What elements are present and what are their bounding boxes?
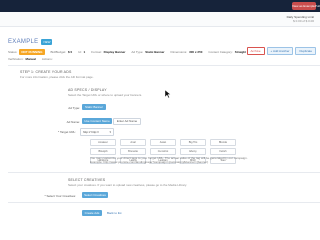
select-creatives-subtitle: Select your creatives. If you want to up…	[68, 183, 188, 187]
format-label: Format:	[91, 49, 102, 54]
target-url-select[interactable]: http:// http:// ▾	[80, 128, 114, 136]
category-chip[interactable]: Blonde	[210, 139, 236, 146]
step-subtitle: For more information, please click the A…	[20, 75, 94, 79]
verification-label: Verification:	[8, 57, 24, 61]
mouse-cursor-icon	[165, 90, 171, 98]
add-another-button[interactable]: + Add Another	[266, 47, 294, 55]
bid-value: $ 0	[68, 49, 73, 54]
ad-type-static-banner-button[interactable]: Static Banner	[82, 104, 106, 110]
account-button-label: View as ExamplePublisher	[292, 4, 320, 8]
new-badge: NEW	[41, 39, 53, 45]
category-chip[interactable]: Cumshot	[150, 148, 176, 155]
category-chip[interactable]: Anal	[120, 139, 146, 146]
chevron-down-icon: ▾	[109, 130, 111, 134]
category-chip[interactable]: Asian	[150, 139, 176, 146]
content-category-value: Straight	[234, 49, 247, 54]
archive-button[interactable]: Archive	[246, 47, 265, 55]
page-title: EXAMPLE	[8, 39, 39, 45]
id-value: 1	[83, 49, 86, 54]
status-badge: NOT RUNNING	[19, 48, 45, 55]
ad-name-label: Ad Name:	[66, 120, 80, 124]
stats-bar: Daily Spending Limit $ 0.00 of $ 0.00	[0, 12, 320, 27]
top-navigation-bar: View as ExamplePublisher	[0, 0, 320, 12]
category-chip[interactable]: Brunette	[120, 148, 146, 155]
ad-type-label: Ad Type:	[68, 106, 80, 110]
status-label: Status:	[8, 49, 18, 54]
spending-limit-value: $ 0.00 of $ 0.00	[293, 19, 314, 23]
back-to-list-link[interactable]: Back to list	[107, 211, 122, 215]
enter-ad-name-button[interactable]: Enter Ad Name	[113, 118, 141, 125]
page-header: EXAMPLE NEW	[8, 37, 53, 47]
campaign-meta-row-2: Verification: Manual Actions:	[8, 56, 158, 62]
adtype-label: Ad Type:	[131, 49, 144, 54]
duplicate-button[interactable]: Duplicate	[295, 47, 316, 55]
category-chip[interactable]: Ebony	[180, 148, 206, 155]
dimensions-label: Dimensions:	[170, 49, 188, 54]
step-title: STEP 1: CREATE YOUR ADS	[20, 70, 72, 74]
meta-actions: Archive + Add Another Duplicate	[246, 47, 316, 55]
select-creatives-button[interactable]: Select Creatives	[82, 192, 108, 198]
content-category-label: Content Category:	[208, 49, 233, 54]
category-chip[interactable]: Amateur	[90, 139, 116, 146]
account-button[interactable]: View as ExamplePublisher	[292, 2, 320, 10]
id-label: Id:	[78, 49, 82, 54]
adtype-value: Static Banner	[145, 49, 165, 54]
divider	[8, 65, 320, 66]
verification-value: Manual	[25, 57, 36, 61]
select-creatives-label: * Select Your Creatives:	[44, 194, 76, 198]
use-content-name-button[interactable]: Use Content Name	[82, 118, 112, 124]
category-chip[interactable]: Big Tits	[180, 139, 206, 146]
target-url-label: * Target URL:	[58, 130, 76, 134]
spending-limit: Daily Spending Limit $ 0.00 of $ 0.00	[287, 15, 314, 23]
target-url-select-value: http:// http://	[83, 130, 99, 134]
category-chip[interactable]: Blowjob	[90, 148, 116, 155]
divider	[8, 202, 320, 203]
select-creatives-title: SELECT CREATIVES	[68, 178, 106, 182]
ad-specs-subtitle: Select the Target URL or where to upload…	[68, 93, 143, 97]
dimensions-value: 300 x 250	[189, 49, 203, 54]
ad-specs-title: AD SPECS / DISPLAY	[68, 88, 107, 92]
bid-label: Bid/Budget:	[50, 49, 67, 54]
format-value: Display Banner	[103, 49, 126, 54]
target-url-note: You may customize your direct tags to yo…	[90, 156, 248, 164]
create-ads-button[interactable]: Create Ads	[82, 210, 102, 216]
actions-label: Actions:	[41, 57, 53, 61]
category-chip[interactable]: Fetish	[210, 148, 236, 155]
divider	[8, 172, 320, 173]
